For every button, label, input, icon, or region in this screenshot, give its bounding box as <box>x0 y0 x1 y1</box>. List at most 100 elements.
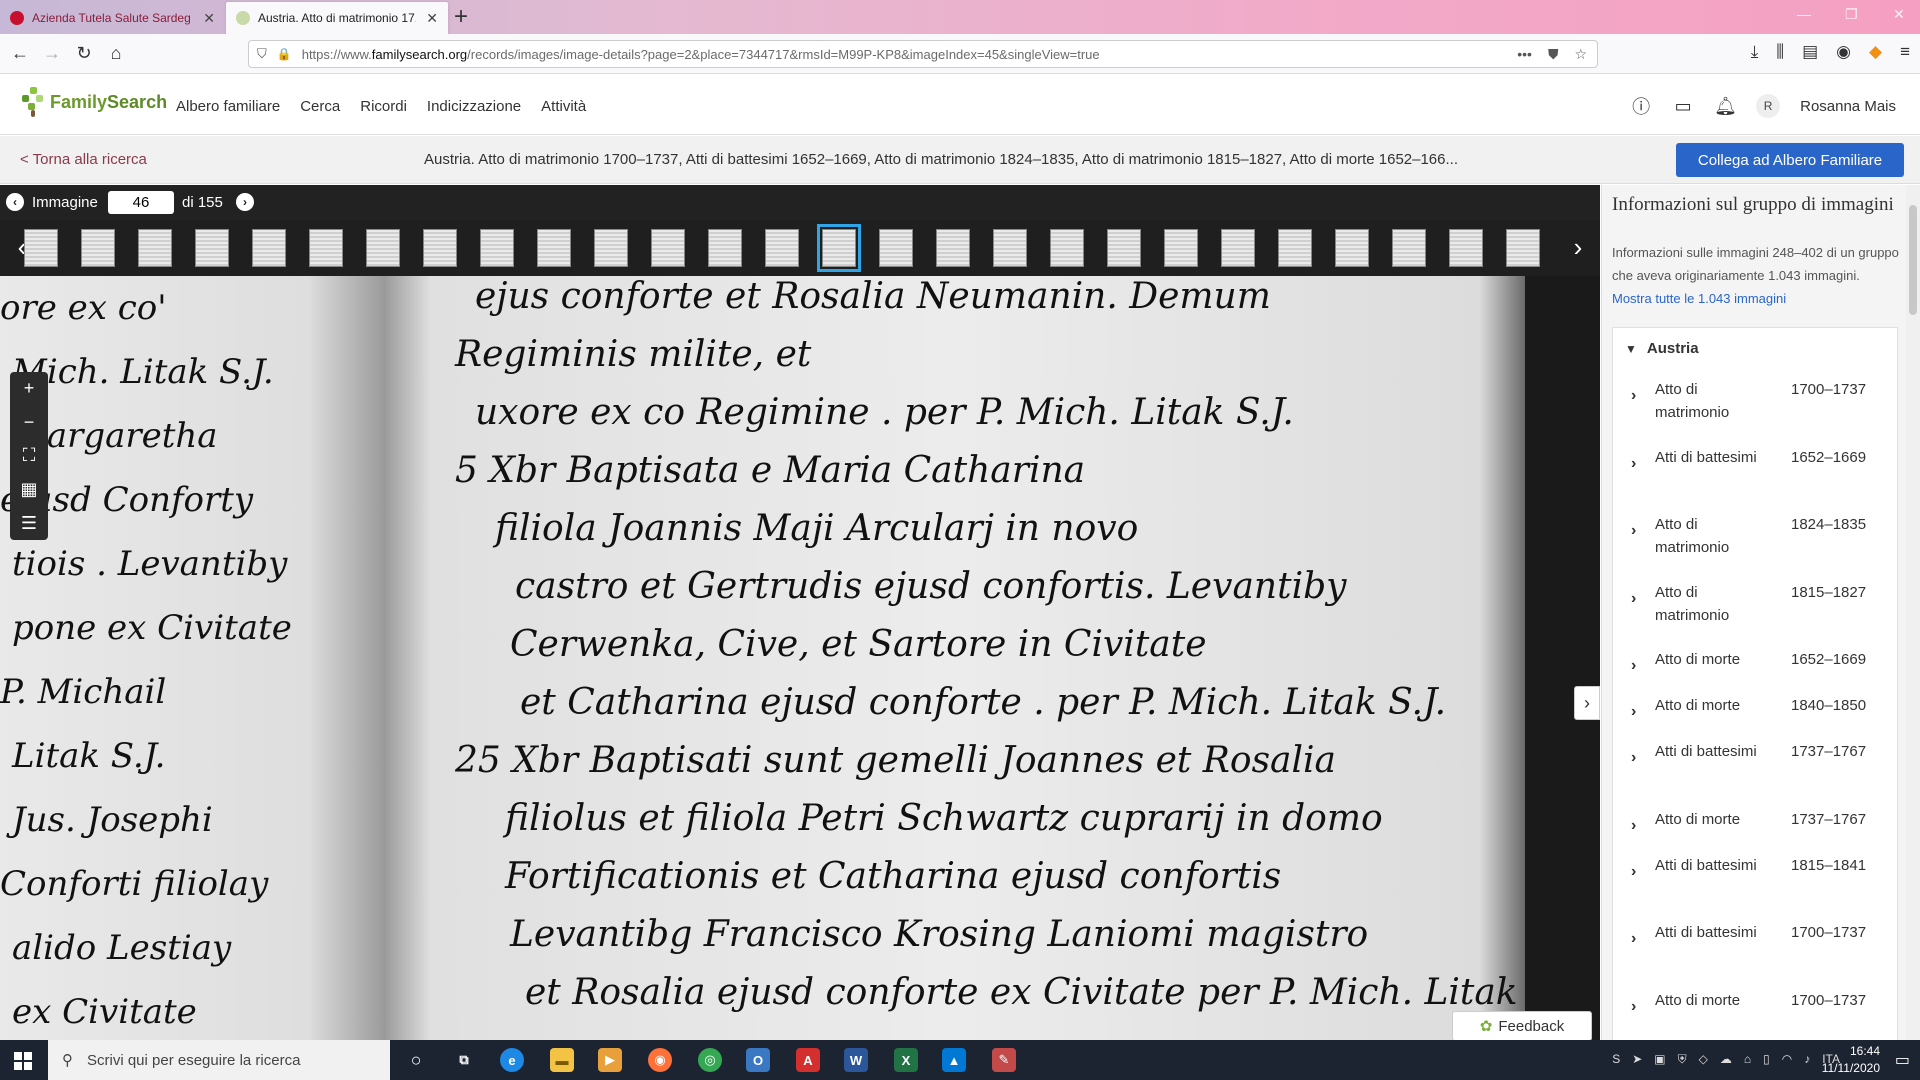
previous-image-icon[interactable]: ‹ <box>6 193 24 211</box>
image-thumbnail[interactable] <box>651 229 685 267</box>
image-thumbnail[interactable] <box>1278 229 1312 267</box>
image-number-input[interactable] <box>108 191 174 214</box>
image-thumbnail[interactable] <box>1449 229 1483 267</box>
help-icon[interactable]: ⓘ <box>1630 93 1652 119</box>
media-player-icon[interactable]: ▶ <box>598 1048 622 1072</box>
tracking-shield-icon[interactable]: ⛉ <box>257 46 267 62</box>
image-thumbnail[interactable] <box>423 229 457 267</box>
attach-to-tree-button[interactable]: Collega ad Albero Familiare <box>1676 143 1904 177</box>
back-arrow-icon[interactable]: ← <box>8 42 32 64</box>
image-thumbnail[interactable] <box>252 229 286 267</box>
task-view-icon[interactable]: ⧉ <box>452 1048 476 1072</box>
edge-browser-icon[interactable]: e <box>500 1048 524 1072</box>
nav-indexing[interactable]: Indicizzazione <box>427 98 521 115</box>
messages-icon[interactable]: ▭ <box>1672 96 1694 117</box>
wifi-icon[interactable]: ◠ <box>1782 1052 1792 1067</box>
file-explorer-icon[interactable]: ▬ <box>550 1048 574 1072</box>
user-name[interactable]: Rosanna Mais <box>1800 98 1896 115</box>
volume-icon[interactable]: ♪ <box>1804 1052 1810 1067</box>
maximize-window-icon[interactable]: ❐ <box>1845 6 1858 23</box>
scrollbar-thumb[interactable] <box>1909 205 1917 315</box>
new-tab-icon[interactable]: + <box>454 4 468 30</box>
acrobat-icon[interactable]: A <box>796 1048 820 1072</box>
image-thumbnail[interactable] <box>993 229 1027 267</box>
system-clock[interactable]: 16:44 11/11/2020 <box>1822 1043 1880 1077</box>
image-thumbnail[interactable] <box>195 229 229 267</box>
next-image-icon[interactable]: › <box>236 193 254 211</box>
feedback-button[interactable]: ✿ Feedback <box>1452 1011 1592 1040</box>
tray-app-icon[interactable]: ▣ <box>1654 1052 1665 1067</box>
library-icon[interactable]: ⫼ <box>1776 42 1784 62</box>
photos-icon[interactable]: ▲ <box>942 1048 966 1072</box>
image-thumbnail[interactable] <box>765 229 799 267</box>
excel-icon[interactable]: X <box>894 1048 918 1072</box>
battery-icon[interactable]: ▯ <box>1763 1052 1770 1067</box>
image-thumbnail[interactable] <box>817 224 861 272</box>
reload-icon[interactable]: ↻ <box>72 42 96 64</box>
image-thumbnail[interactable] <box>594 229 628 267</box>
image-thumbnail[interactable] <box>480 229 514 267</box>
url-bar[interactable]: ⛉ 🔒 https://www.familysearch.org/records… <box>248 40 1598 68</box>
browser-tab-ats-sardegna[interactable]: Azienda Tutela Salute Sardegna ✕ <box>0 2 225 34</box>
word-icon[interactable]: W <box>844 1048 868 1072</box>
cortana-icon[interactable]: ○ <box>404 1048 428 1072</box>
downloads-icon[interactable]: ⤓ <box>1751 42 1759 62</box>
image-thumbnail[interactable] <box>708 229 742 267</box>
nav-activities[interactable]: Attività <box>541 98 586 115</box>
group-header-austria[interactable]: ▼ Austria <box>1625 340 1699 357</box>
menu-hamburger-icon[interactable]: ≡ <box>1900 42 1910 62</box>
browser-tab-familysearch[interactable]: Austria. Atto di matrimonio 17... ✕ <box>226 2 448 34</box>
show-all-images-link[interactable]: Mostra tutte le 1.043 immagini <box>1612 291 1786 306</box>
image-thumbnail[interactable] <box>138 229 172 267</box>
close-window-icon[interactable]: ✕ <box>1893 6 1905 23</box>
page-actions-icon[interactable]: ••• <box>1517 46 1532 63</box>
gallery-grid-icon[interactable]: ▦ <box>20 479 37 500</box>
image-thumbnail[interactable] <box>1335 229 1369 267</box>
home-icon[interactable]: ⌂ <box>104 42 128 64</box>
adjust-settings-icon[interactable]: ☰ <box>21 513 37 534</box>
filmstrip-right-arrow-icon[interactable]: › <box>1564 232 1592 262</box>
image-thumbnail[interactable] <box>936 229 970 267</box>
image-thumbnail[interactable] <box>537 229 571 267</box>
windows-start-icon[interactable] <box>14 1052 32 1070</box>
notifications-bell-icon[interactable]: 🔔︎ <box>1714 96 1737 117</box>
telegram-icon[interactable]: ➤ <box>1632 1052 1642 1067</box>
back-to-search-link[interactable]: < Torna alla ricerca <box>20 151 147 168</box>
image-thumbnail[interactable] <box>366 229 400 267</box>
image-thumbnail[interactable] <box>1164 229 1198 267</box>
defender-shield-icon[interactable]: ⛨ <box>1678 1052 1687 1067</box>
close-tab-icon[interactable]: ✕ <box>203 10 215 27</box>
forward-arrow-icon[interactable]: → <box>40 42 64 64</box>
familysearch-logo[interactable]: FamilySearch <box>22 87 167 117</box>
image-thumbnail[interactable] <box>24 229 58 267</box>
dropbox-icon[interactable]: ◇ <box>1699 1052 1708 1067</box>
onedrive-cloud-icon[interactable]: ☁ <box>1720 1052 1732 1067</box>
image-thumbnail[interactable] <box>879 229 913 267</box>
image-thumbnail[interactable] <box>1506 229 1540 267</box>
firefox-icon[interactable]: ◉ <box>648 1048 672 1072</box>
minimize-window-icon[interactable]: — <box>1797 6 1811 22</box>
notification-center-icon[interactable]: ▭ <box>1895 1050 1910 1070</box>
close-tab-icon[interactable]: ✕ <box>426 10 438 27</box>
lock-icon[interactable]: 🔒 <box>277 47 292 61</box>
skype-icon[interactable]: S <box>1612 1052 1620 1067</box>
pocket-icon[interactable]: ⛊ <box>1548 46 1559 63</box>
extension-icon[interactable]: ◆ <box>1869 42 1882 62</box>
record-image[interactable]: ore ex co' Mich. Litak S.J. Margaretha ejus… <box>0 276 1600 1040</box>
zoom-in-icon[interactable]: + <box>24 378 35 399</box>
image-thumbnail[interactable] <box>1221 229 1255 267</box>
image-thumbnail[interactable] <box>81 229 115 267</box>
nav-search[interactable]: Cerca <box>300 98 340 115</box>
fit-screen-icon[interactable]: ⛶ <box>23 445 36 466</box>
image-thumbnail[interactable] <box>309 229 343 267</box>
image-thumbnail[interactable] <box>1392 229 1426 267</box>
taskbar-search[interactable]: ⚲ Scrivi qui per eseguire la ricerca <box>48 1040 390 1080</box>
outlook-icon[interactable]: O <box>746 1048 770 1072</box>
nav-family-tree[interactable]: Albero familiare <box>176 98 280 115</box>
avatar[interactable]: R <box>1756 94 1781 118</box>
url-text[interactable]: https://www.familysearch.org/records/ima… <box>302 47 1100 62</box>
image-thumbnail[interactable] <box>1050 229 1084 267</box>
network-icon[interactable]: ⌂ <box>1744 1052 1751 1067</box>
panel-scrollbar[interactable] <box>1906 185 1920 1040</box>
sidebar-icon[interactable]: ▤ <box>1802 42 1818 62</box>
